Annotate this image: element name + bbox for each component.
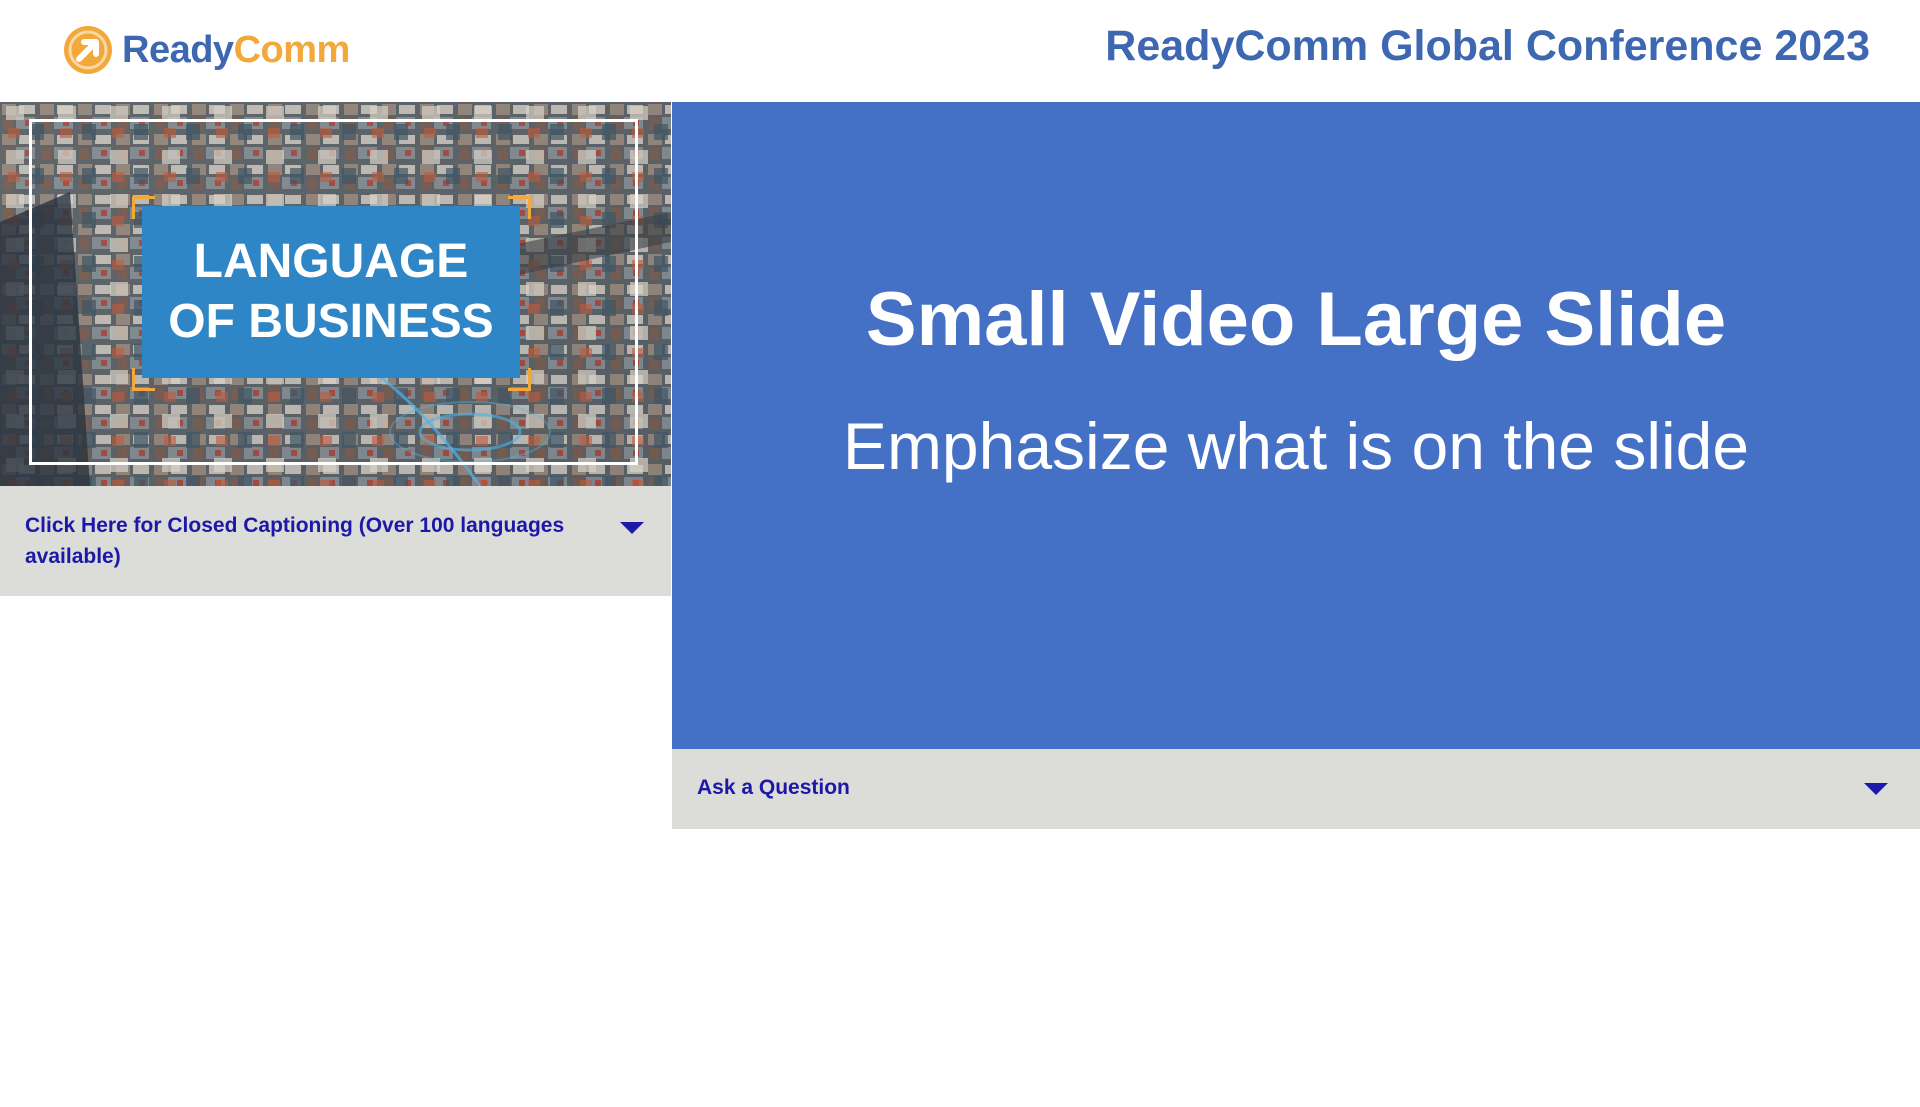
chevron-down-icon[interactable] [1864,783,1888,795]
ask-question-label: Ask a Question [697,776,850,799]
video-player[interactable]: LANGUAGE OF BUSINESS [0,102,671,486]
readycomm-logo[interactable]: ReadyComm [62,24,350,76]
slide-title: Small Video Large Slide [865,277,1727,362]
closed-captioning-dropdown[interactable]: Click Here for Closed Captioning (Over 1… [0,486,671,596]
ask-question-dropdown[interactable]: Ask a Question [672,749,1920,829]
presentation-slide: Small Video Large Slide Emphasize what i… [672,102,1920,749]
slide-subtitle: Emphasize what is on the slide [842,409,1750,483]
arrow-circle-icon [64,26,112,74]
chevron-down-icon[interactable] [620,522,644,534]
logo-text-comm: Comm [233,28,351,71]
video-title-card: LANGUAGE OF BUSINESS [142,206,520,378]
video-title-line1: LANGUAGE [193,235,469,288]
logo-wordmark: ReadyComm [122,29,350,72]
logo-text-ready: Ready [122,28,234,71]
top-header: ReadyComm ReadyComm Global Conference 20… [0,0,1920,102]
video-title-line2: OF BUSINESS [168,295,494,348]
conference-title: ReadyComm Global Conference 2023 [1105,22,1870,70]
closed-captioning-label: Click Here for Closed Captioning (Over 1… [25,514,565,568]
